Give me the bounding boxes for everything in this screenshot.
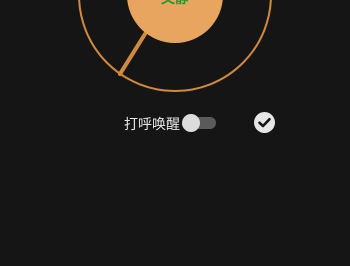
confirm-button[interactable]: [254, 112, 275, 133]
wake-label: 打呼唤醒: [124, 117, 180, 133]
dial-graphic: [78, 0, 272, 92]
wake-toggle[interactable]: [182, 114, 216, 132]
mode-dial[interactable]: 文静: [0, 0, 350, 100]
dial-center-label: 文静: [140, 0, 210, 8]
app-screen: 文静 打呼唤醒: [0, 0, 350, 266]
check-icon: [258, 117, 271, 128]
dial-pointer: [118, 32, 147, 76]
toggle-thumb: [182, 114, 200, 132]
wake-controls: 打呼唤醒: [0, 110, 350, 136]
